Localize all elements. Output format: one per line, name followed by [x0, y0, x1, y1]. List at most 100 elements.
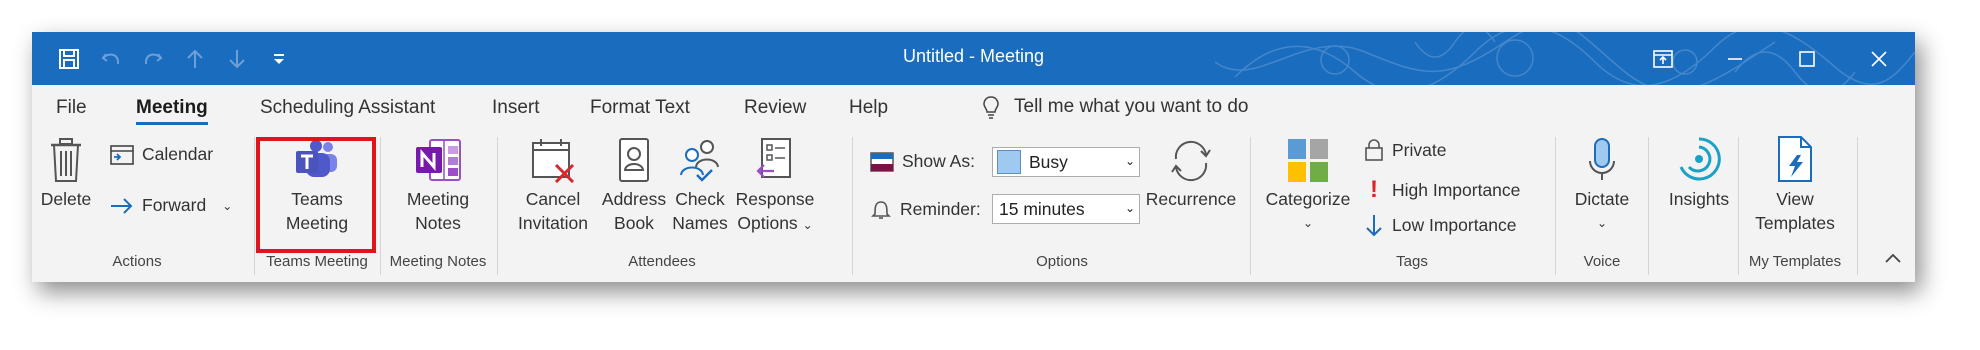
cancel-icon-wrap — [530, 131, 576, 183]
chevron-up-icon — [1885, 253, 1901, 263]
response-options-icon-wrap — [754, 131, 796, 183]
meeting-notes-button[interactable]: Meeting Notes — [388, 131, 488, 235]
busy-swatch-icon — [997, 150, 1021, 174]
check-names-label-2: Names — [672, 213, 728, 233]
categorize-icon — [1288, 139, 1328, 182]
collapse-ribbon-button[interactable] — [1884, 251, 1902, 270]
templates-icon-wrap — [1775, 131, 1815, 183]
check-names-label-1: Check — [675, 189, 725, 209]
cancel-invitation-button[interactable]: Cancel Invitation — [508, 131, 598, 235]
tab-file[interactable]: File — [56, 97, 87, 119]
meeting-notes-label-1: Meeting — [406, 189, 470, 209]
ribbon: Delete Calendar Forward ⌄ Actions Teams … — [32, 129, 1915, 282]
address-book-icon — [619, 138, 649, 182]
group-divider — [1250, 137, 1251, 275]
group-label-my-templates: My Templates — [1748, 253, 1842, 270]
reminder-dropdown[interactable]: 15 minutes ⌄ — [992, 194, 1140, 224]
ribbon-tabs: File Meeting Scheduling Assistant Insert… — [32, 85, 1915, 129]
calendar-button[interactable]: Calendar — [110, 143, 213, 165]
tab-meeting[interactable]: Meeting — [136, 97, 208, 125]
tab-insert[interactable]: Insert — [492, 97, 540, 119]
down-arrow-icon — [1366, 215, 1382, 237]
dictate-button[interactable]: Dictate ⌄ — [1562, 131, 1642, 235]
ribbon-display-options-button[interactable] — [1627, 32, 1699, 85]
title-bar: Untitled - Meeting — [32, 32, 1915, 85]
check-names-icon — [680, 140, 719, 182]
high-importance-button[interactable]: ! High Importance — [1364, 176, 1520, 204]
response-options-button[interactable]: Response Options ⌄ — [732, 131, 818, 237]
private-button[interactable]: Private — [1364, 139, 1446, 161]
view-templates-label-2: Templates — [1755, 213, 1835, 233]
show-as-icon — [870, 151, 894, 172]
insights-icon — [1679, 137, 1721, 181]
low-importance-label: Low Importance — [1392, 214, 1517, 235]
address-book-button[interactable]: Address Book — [600, 131, 668, 235]
insights-label: Insights — [1668, 189, 1730, 209]
cancel-invitation-label-1: Cancel — [525, 189, 581, 209]
microphone-icon-wrap — [1585, 131, 1619, 183]
calendar-label: Calendar — [142, 143, 214, 164]
categorize-button[interactable]: Categorize ⌄ — [1260, 131, 1356, 235]
tab-format-text[interactable]: Format Text — [590, 97, 690, 119]
recurrence-icon — [1171, 140, 1211, 182]
chevron-down-icon: ⌄ — [1596, 216, 1608, 230]
maximize-icon — [1799, 50, 1815, 67]
recurrence-button[interactable]: Recurrence — [1142, 139, 1240, 211]
group-label-tags: Tags — [1396, 253, 1428, 270]
insights-icon-wrap — [1675, 131, 1723, 183]
delete-icon-wrap — [49, 131, 83, 183]
group-label-teams-meeting: Teams Meeting — [266, 253, 368, 270]
bell-icon — [871, 201, 891, 219]
group-divider — [380, 137, 381, 275]
delete-button[interactable]: Delete — [40, 131, 92, 211]
view-templates-button[interactable]: View Templates — [1744, 131, 1846, 235]
chevron-down-icon: ⌄ — [802, 218, 813, 232]
group-divider — [1648, 137, 1649, 275]
forward-button[interactable]: Forward ⌄ — [110, 195, 232, 216]
close-button[interactable] — [1843, 32, 1915, 85]
response-options-label-2: Options — [737, 213, 798, 233]
view-templates-label-1: View — [1776, 189, 1814, 209]
onenote-icon — [416, 139, 461, 181]
chevron-down-icon: ⌄ — [1124, 201, 1135, 215]
chevron-down-icon: ⌄ — [222, 198, 233, 213]
close-icon — [1871, 50, 1887, 67]
address-book-label-1: Address — [601, 189, 667, 209]
tab-review[interactable]: Review — [744, 97, 806, 119]
show-as-dropdown[interactable]: Busy ⌄ — [992, 147, 1140, 177]
tell-me-search[interactable]: Tell me what you want to do — [982, 95, 1248, 119]
dictate-label: Dictate — [1574, 189, 1630, 209]
exclamation-icon: ! — [1370, 176, 1378, 203]
forward-label: Forward — [142, 195, 207, 215]
highlight-annotation-box — [256, 137, 376, 253]
ribbon-display-icon — [1653, 49, 1673, 68]
group-divider — [254, 137, 255, 275]
chevron-down-icon: ⌄ — [1302, 216, 1314, 230]
tab-help[interactable]: Help — [849, 97, 888, 119]
lock-icon — [1365, 139, 1383, 161]
maximize-button[interactable] — [1771, 32, 1843, 85]
tab-scheduling-assistant[interactable]: Scheduling Assistant — [260, 97, 435, 119]
trash-icon — [51, 138, 81, 182]
templates-icon — [1778, 136, 1812, 182]
forward-arrow-icon — [111, 197, 133, 214]
group-divider — [1857, 137, 1858, 275]
categorize-icon-wrap — [1286, 131, 1330, 183]
minimize-button[interactable] — [1699, 32, 1771, 85]
delete-label: Delete — [40, 189, 92, 209]
check-names-button[interactable]: Check Names — [670, 131, 730, 235]
cancel-invitation-icon — [532, 139, 575, 183]
group-divider — [497, 137, 498, 275]
meeting-notes-label-2: Notes — [415, 213, 461, 233]
categorize-label: Categorize — [1265, 189, 1351, 209]
insights-button[interactable]: Insights — [1652, 131, 1746, 211]
reminder-value: 15 minutes — [999, 198, 1085, 219]
group-label-attendees: Attendees — [628, 253, 696, 270]
response-options-label-1: Response — [735, 189, 815, 209]
group-label-meeting-notes: Meeting Notes — [389, 253, 487, 270]
lightbulb-icon — [983, 96, 999, 119]
low-importance-button[interactable]: Low Importance — [1364, 213, 1517, 237]
onenote-icon-wrap — [414, 131, 462, 183]
group-label-options: Options — [1036, 253, 1088, 270]
response-options-icon — [756, 138, 791, 178]
